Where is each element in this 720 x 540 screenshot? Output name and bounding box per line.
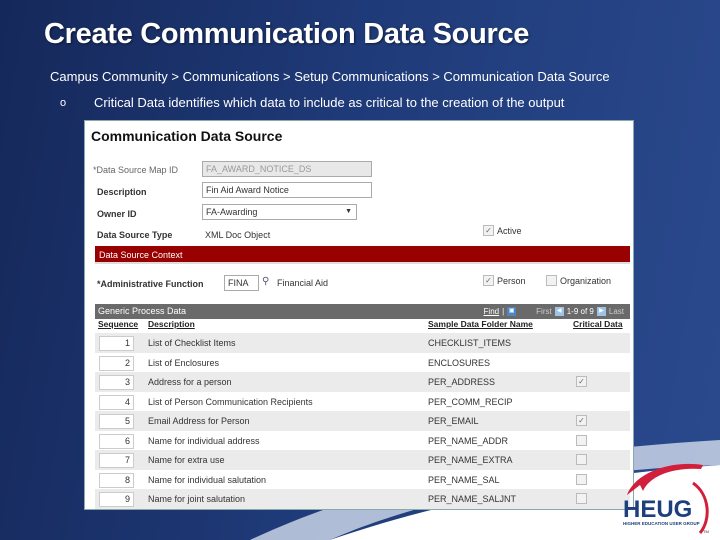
admin-function-desc: Financial Aid [277, 278, 329, 288]
active-label: Active [497, 225, 522, 236]
table-row: 4 List of Person Communication Recipients… [95, 392, 630, 412]
checkbox-checked-icon: ✓ [483, 225, 494, 236]
bullet-marker: o [60, 96, 67, 109]
bullet-point: o Critical Data identifies which data to… [60, 95, 564, 110]
type-value: XML Doc Object [205, 230, 271, 240]
row-description: List of Person Communication Recipients [148, 396, 313, 407]
find-link[interactable]: Find [484, 304, 500, 319]
person-checkbox[interactable]: ✓ Person [483, 275, 526, 286]
sequence-field[interactable]: 9 [99, 492, 134, 507]
column-header-critical[interactable]: Critical Data [573, 319, 623, 329]
sequence-field[interactable]: 2 [99, 355, 134, 371]
admin-function-label: *Administrative Function [97, 279, 204, 289]
heug-logo: HEUG HIGHER EDUCATION USER GROUP TM [623, 463, 709, 534]
map-id-label: *Data Source Map ID [93, 165, 179, 175]
row-folder-name: PER_NAME_SAL [428, 474, 500, 485]
row-description: Name for individual address [148, 435, 260, 446]
owner-id-value: FA-Awarding [206, 207, 258, 217]
page-title: Communication Data Source [91, 128, 283, 144]
checkbox-empty-icon [546, 275, 557, 286]
column-header-description[interactable]: Description [148, 319, 195, 329]
row-folder-name: PER_NAME_SALJNT [428, 494, 517, 504]
critical-data-checkbox[interactable] [576, 473, 587, 485]
owner-id-label: Owner ID [97, 209, 137, 219]
table-row: 7 Name for extra use PER_NAME_EXTRA [95, 450, 630, 470]
grid-navigation: Find | ▣ First ◀ 1-9 of 9 ▶ Last [484, 304, 624, 319]
critical-data-checkbox[interactable]: ✓ [576, 415, 587, 426]
organization-checkbox[interactable]: Organization [546, 275, 611, 286]
active-checkbox[interactable]: ✓ Active [483, 225, 522, 236]
row-description: Name for individual salutation [148, 474, 267, 485]
person-label: Person [497, 275, 526, 286]
admin-function-field[interactable]: FINA [224, 275, 259, 291]
bullet-text: Critical Data identifies which data to i… [94, 95, 565, 110]
screenshot-panel: Communication Data Source *Data Source M… [84, 120, 634, 510]
sequence-field[interactable]: 7 [99, 453, 134, 468]
row-description: List of Enclosures [148, 357, 220, 368]
next-icon[interactable]: ▶ [596, 307, 606, 316]
sequence-field[interactable]: 4 [99, 394, 134, 410]
table-row: 9 Name for joint salutation PER_NAME_SALJN… [95, 489, 630, 509]
column-header-sequence[interactable]: Sequence [98, 319, 138, 329]
grid-title: Generic Process Data [98, 306, 187, 316]
sequence-field[interactable]: 1 [99, 336, 134, 351]
row-folder-name: PER_COMM_RECIP [428, 396, 513, 407]
map-id-field: FA_AWARD_NOTICE_DS [202, 161, 372, 177]
logo-text: HEUG [623, 496, 692, 523]
table-row: 8 Name for individual salutation PER_NAME_… [95, 470, 630, 490]
row-folder-name: PER_EMAIL [428, 416, 479, 426]
grid-header: Generic Process Data Find | ▣ First ◀ 1-… [95, 304, 630, 319]
previous-icon[interactable]: ◀ [554, 307, 564, 316]
sequence-field[interactable]: 8 [99, 472, 134, 488]
organization-label: Organization [560, 275, 612, 286]
column-header-folder[interactable]: Sample Data Folder Name [428, 319, 533, 329]
row-folder-name: PER_NAME_EXTRA [428, 455, 513, 465]
row-folder-name: PER_NAME_ADDR [428, 435, 509, 446]
checkbox-checked-icon: ✓ [483, 275, 494, 286]
sequence-field[interactable]: 5 [99, 414, 134, 429]
logo-tagline: HIGHER EDUCATION USER GROUP [623, 521, 700, 526]
search-icon[interactable]: ⚲ [262, 276, 269, 287]
first-link[interactable]: First [536, 304, 552, 319]
description-field[interactable]: Fin Aid Award Notice [202, 182, 372, 198]
row-folder-name: CHECKLIST_ITEMS [428, 338, 512, 348]
critical-data-checkbox[interactable]: ✓ [576, 376, 587, 387]
logo-tm: TM [703, 529, 709, 534]
table-row: 2 List of Enclosures ENCLOSURES [95, 353, 630, 373]
separator: | [502, 307, 505, 316]
slide-title: Create Communication Data Source [44, 18, 530, 50]
critical-data-checkbox[interactable] [576, 454, 587, 465]
chevron-down-icon: ▼ [345, 208, 352, 215]
row-description: Name for extra use [148, 455, 225, 465]
table-row: 3 Address for a person PER_ADDRESS ✓ [95, 372, 630, 392]
table-row: 6 Name for individual address PER_NAME_ADD… [95, 431, 630, 451]
row-description: Email Address for Person [148, 416, 250, 426]
table-row: 5 Email Address for Person PER_EMAIL ✓ [95, 411, 630, 431]
owner-id-select[interactable]: FA-Awarding ▼ [202, 204, 357, 220]
row-description: Name for joint salutation [148, 494, 246, 504]
row-description: List of Checklist Items [148, 338, 236, 348]
context-section-header: Data Source Context [95, 246, 630, 264]
range-label: 1-9 of 9 [566, 307, 594, 316]
sequence-field[interactable]: 3 [99, 375, 134, 390]
row-folder-name: PER_ADDRESS [428, 377, 496, 387]
description-label: Description [97, 187, 147, 197]
breadcrumb: Campus Community > Communications > Setu… [50, 69, 610, 84]
view-all-icon[interactable]: ▣ [507, 307, 517, 316]
row-folder-name: ENCLOSURES [428, 357, 491, 368]
sequence-field[interactable]: 6 [99, 433, 134, 449]
critical-data-checkbox[interactable] [576, 493, 587, 504]
type-label: Data Source Type [97, 230, 173, 240]
last-link[interactable]: Last [609, 304, 624, 319]
critical-data-checkbox[interactable] [576, 434, 587, 446]
row-description: Address for a person [148, 377, 232, 387]
table-row: 1 List of Checklist Items CHECKLIST_ITEMS [95, 333, 630, 353]
